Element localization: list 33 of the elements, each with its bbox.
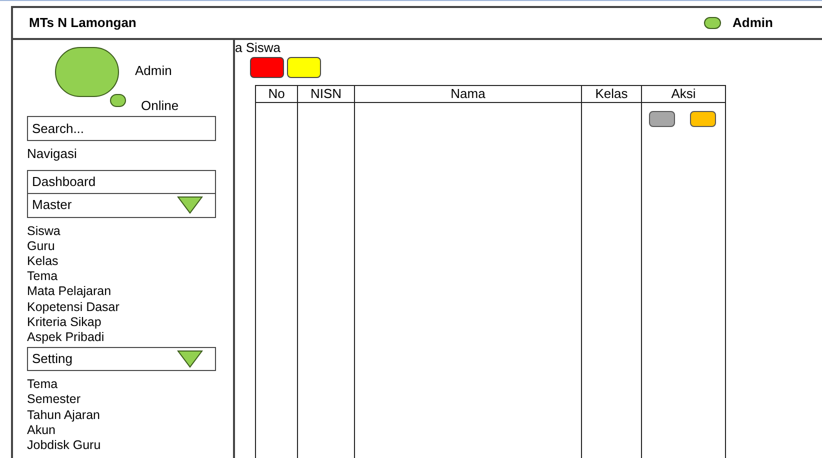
nav-item[interactable]: Tema (27, 377, 219, 392)
nav-item[interactable]: Aspek Pribadi (27, 330, 219, 346)
nav-item[interactable]: Guru (27, 238, 219, 254)
action-button[interactable] (649, 111, 675, 127)
nav-group-header[interactable]: Setting (27, 347, 216, 372)
nav-heading: Navigasi (27, 145, 78, 163)
app-title: MTs N Lamongan (29, 14, 136, 32)
dropdown-triangle-icon[interactable] (177, 350, 203, 368)
profile-name: Admin (135, 62, 172, 80)
nav-item[interactable]: Jobdisk Guru (27, 438, 219, 454)
nav-item[interactable]: Kopetensi Dasar (27, 300, 219, 315)
dropdown-triangle-icon[interactable] (177, 196, 203, 214)
avatar (55, 47, 119, 97)
online-status: Online (141, 97, 179, 115)
nav-item[interactable]: Semester (27, 392, 219, 408)
nav-item[interactable]: Siswa (27, 224, 219, 239)
toolbar-button[interactable] (287, 57, 321, 78)
action-button[interactable] (690, 111, 716, 127)
column-header: NISN (298, 85, 354, 103)
nav-item[interactable]: Tema (27, 269, 219, 284)
page-title: a Siswa (235, 41, 282, 55)
nav-item[interactable]: Kriteria Sikap (27, 314, 219, 330)
column-header: Nama (355, 85, 581, 103)
column-header: No (256, 85, 297, 103)
nav-group-header[interactable]: Master (27, 194, 216, 218)
nav-item[interactable]: Mata Pelajaran (27, 284, 219, 300)
column-header: Aksi (642, 85, 725, 103)
user-name: Admin (732, 14, 773, 32)
nav-item[interactable]: Kelas (27, 254, 219, 270)
search-field[interactable]: Search... (27, 116, 216, 141)
column-header: Kelas (582, 85, 641, 103)
nav-item[interactable]: Tahun Ajaran (27, 408, 219, 423)
nav-item[interactable]: Akun (27, 422, 219, 438)
